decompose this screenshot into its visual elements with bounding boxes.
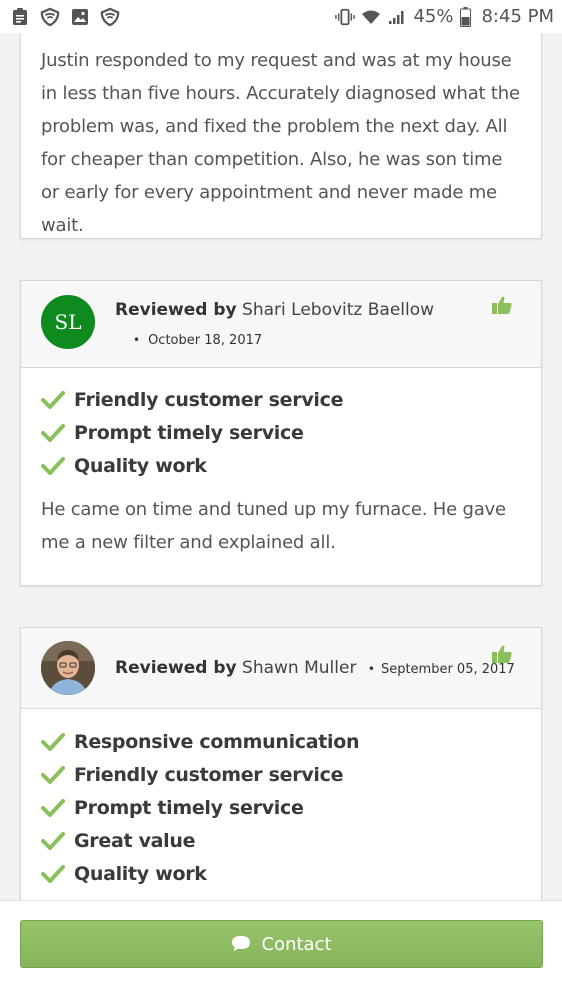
check-icon — [41, 732, 65, 751]
reviewed-by-label: Reviewed by — [115, 658, 237, 678]
avatar-photo — [41, 641, 95, 695]
bullet: • — [133, 333, 141, 347]
review-tag: Quality work — [41, 857, 521, 890]
avatar-initials: SL — [54, 310, 82, 334]
contact-button-label: Contact — [261, 933, 332, 955]
check-icon — [41, 456, 65, 475]
review-card: SL Reviewed by Shari Lebovitz Baellow • O… — [20, 280, 542, 586]
review-tag-label: Great value — [74, 829, 196, 852]
check-icon — [41, 423, 65, 442]
check-icon — [41, 798, 65, 817]
review-tags: Responsive communication Friendly custom… — [41, 725, 521, 890]
battery-percent: 45% — [413, 6, 454, 27]
reviews-list[interactable]: Justin responded to my request and was a… — [0, 33, 562, 900]
check-icon — [41, 864, 65, 883]
review-tag-label: Responsive communication — [74, 730, 360, 753]
bullet: • — [367, 662, 375, 676]
review-date: October 18, 2017 — [148, 333, 263, 348]
review-text: He came on time and tuned up my furnace.… — [41, 499, 506, 553]
reviewer-name: Shawn Muller — [242, 658, 357, 678]
review-tags: Friendly customer service Prompt timely … — [41, 383, 521, 482]
vibrate-icon — [335, 7, 356, 27]
reviewed-by-label: Reviewed by — [115, 300, 237, 320]
shield-icon — [100, 7, 120, 27]
battery-icon — [459, 6, 471, 27]
avatar — [41, 641, 95, 695]
reviewer-line: Reviewed by Shari Lebovitz Baellow — [115, 300, 434, 320]
review-tag: Quality work — [41, 449, 521, 482]
review-card: Reviewed by Shawn Muller • September 05, … — [20, 627, 542, 900]
image-icon — [70, 7, 90, 27]
clipboard-icon — [10, 7, 30, 27]
contact-button[interactable]: Contact — [20, 920, 543, 968]
avatar: SL — [41, 295, 95, 349]
reviewer-name: Shari Lebovitz Baellow — [242, 300, 435, 320]
status-bar-right: 45% 8:45 PM — [335, 6, 554, 27]
review-tag: Friendly customer service — [41, 758, 521, 791]
review-header: SL Reviewed by Shari Lebovitz Baellow • O… — [21, 281, 541, 368]
review-tag: Responsive communication — [41, 725, 521, 758]
bottom-action-bar: Contact — [0, 900, 562, 1000]
review-tag: Prompt timely service — [41, 791, 521, 824]
status-bar-left — [10, 7, 120, 27]
status-bar: 45% 8:45 PM — [0, 0, 562, 33]
review-tag: Great value — [41, 824, 521, 857]
check-icon — [41, 390, 65, 409]
review-tag-label: Prompt timely service — [74, 796, 304, 819]
review-text: Justin responded to my request and was a… — [41, 50, 520, 236]
thumbs-up-icon[interactable] — [491, 644, 513, 666]
wifi-icon — [361, 7, 381, 27]
review-header: Reviewed by Shawn Muller • September 05, … — [21, 628, 541, 709]
review-tag: Friendly customer service — [41, 383, 521, 416]
shield-icon — [40, 7, 60, 27]
thumbs-up-icon[interactable] — [491, 295, 513, 317]
clock: 8:45 PM — [481, 6, 554, 27]
check-icon — [41, 765, 65, 784]
review-card: Justin responded to my request and was a… — [20, 33, 542, 239]
review-tag-label: Friendly customer service — [74, 388, 344, 411]
review-tag-label: Prompt timely service — [74, 421, 304, 444]
chat-bubble-icon — [232, 936, 251, 952]
reviewer-line: Reviewed by Shawn Muller • September 05, … — [115, 658, 515, 678]
review-date-line: • October 18, 2017 — [133, 333, 262, 348]
review-tag-label: Friendly customer service — [74, 763, 344, 786]
review-tag-label: Quality work — [74, 454, 207, 477]
review-tag: Prompt timely service — [41, 416, 521, 449]
check-icon — [41, 831, 65, 850]
review-tag-label: Quality work — [74, 862, 207, 885]
signal-icon — [387, 7, 407, 27]
